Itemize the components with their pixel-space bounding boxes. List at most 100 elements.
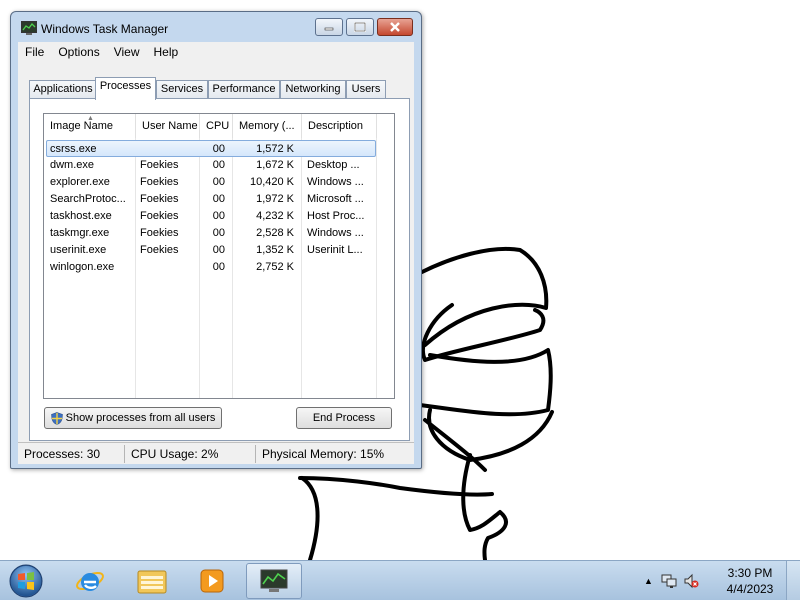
cell-image: dwm.exe (50, 159, 95, 171)
menu-help[interactable]: Help (147, 45, 186, 59)
process-row[interactable]: SearchProtoc... Foekies 00 1,972 K Microsoft… (44, 191, 394, 208)
cell-cpu: 00 (212, 143, 225, 155)
taskbar-media-player[interactable] (184, 563, 240, 599)
status-bar: Processes: 30 CPU Usage: 2% Physical Mem… (18, 442, 414, 464)
cell-cpu: 00 (212, 210, 225, 222)
status-process-count: Processes: 30 (24, 447, 101, 461)
cell-image: SearchProtoc... (50, 193, 126, 205)
status-cpu-usage: CPU Usage: 2% (131, 447, 219, 461)
process-row[interactable]: dwm.exe Foekies 00 1,672 K Desktop ... (44, 157, 394, 174)
cell-image: userinit.exe (50, 244, 107, 256)
cell-description (307, 259, 373, 276)
tab-processes[interactable]: Processes (95, 77, 156, 100)
cell-description: Userinit L... (307, 244, 363, 256)
tab-applications[interactable]: Applications (29, 80, 97, 99)
processes-panel: ▲ Image Name User Name CPU Memory (... D… (29, 98, 410, 441)
cell-description: Host Proc... (307, 210, 365, 222)
cell-memory: 10,420 K (249, 176, 294, 188)
show-hidden-icons-icon[interactable]: ▲ (644, 576, 653, 586)
cell-description: Windows ... (307, 227, 364, 239)
cell-image: taskmgr.exe (50, 227, 110, 239)
tab-users[interactable]: Users (346, 80, 386, 99)
notification-area: ▲ (644, 561, 699, 600)
cell-cpu: 00 (212, 227, 225, 239)
minimize-button[interactable] (315, 18, 343, 36)
column-header-memory[interactable]: Memory (... (233, 114, 302, 138)
cell-memory: 2,752 K (256, 261, 294, 273)
show-desktop-button[interactable] (786, 561, 800, 600)
process-row[interactable]: taskhost.exe Foekies 00 4,232 K Host Proc... (44, 208, 394, 225)
cell-description (307, 141, 373, 158)
tab-performance[interactable]: Performance (208, 80, 280, 99)
task-manager-icon (21, 21, 37, 35)
title-bar[interactable]: Windows Task Manager (11, 12, 421, 42)
cell-user: Foekies (140, 159, 179, 171)
cell-memory: 1,352 K (256, 244, 294, 256)
cell-user (140, 141, 198, 158)
uac-shield-icon (50, 411, 63, 425)
status-physical-memory: Physical Memory: 15% (262, 447, 385, 461)
cell-image: csrss.exe (50, 143, 97, 155)
process-row[interactable]: userinit.exe Foekies 00 1,352 K Userinit L..… (44, 242, 394, 259)
cell-user: Foekies (140, 176, 179, 188)
taskbar-internet-explorer[interactable] (62, 563, 118, 599)
cell-user: Foekies (140, 227, 179, 239)
minimize-icon (324, 27, 334, 31)
sort-ascending-icon: ▲ (87, 115, 94, 122)
volume-muted-icon[interactable] (683, 573, 699, 589)
cell-cpu: 00 (212, 193, 225, 205)
cell-user: Foekies (140, 244, 179, 256)
status-divider (124, 445, 125, 463)
cell-memory: 2,528 K (256, 227, 294, 239)
maximize-button[interactable] (346, 18, 374, 36)
task-manager-icon (260, 569, 288, 592)
cell-description: Windows ... (307, 176, 364, 188)
process-row[interactable]: winlogon.exe 00 2,752 K (44, 259, 394, 276)
internet-explorer-icon (76, 571, 104, 591)
taskbar: ▲ 3:30 PM 4/4/2023 (0, 560, 800, 600)
taskbar-task-manager[interactable] (246, 563, 302, 599)
cell-description: Microsoft ... (307, 193, 364, 205)
window-client-area: Applications Processes Services Performa… (18, 62, 414, 464)
tab-networking[interactable]: Networking (280, 80, 346, 99)
clock-time: 3:30 PM (727, 566, 773, 580)
cell-image: taskhost.exe (50, 210, 112, 222)
column-header-user-name[interactable]: User Name (136, 114, 200, 138)
menu-file[interactable]: File (18, 45, 51, 59)
show-all-processes-label: Show processes from all users (65, 412, 216, 424)
system-clock[interactable]: 3:30 PM 4/4/2023 (720, 565, 780, 597)
cell-memory: 4,232 K (256, 210, 294, 222)
cell-user: Foekies (140, 193, 179, 205)
start-button[interactable] (6, 562, 46, 600)
menu-view[interactable]: View (107, 45, 147, 59)
cell-memory: 1,672 K (256, 159, 294, 171)
taskbar-file-explorer[interactable] (124, 563, 180, 599)
process-row[interactable]: csrss.exe 00 1,572 K (46, 140, 376, 157)
cell-cpu: 00 (212, 261, 225, 273)
process-row[interactable]: taskmgr.exe Foekies 00 2,528 K Windows ... (44, 225, 394, 242)
cell-cpu: 00 (212, 244, 225, 256)
column-header-cpu[interactable]: CPU (200, 114, 233, 138)
close-icon (390, 22, 400, 32)
close-button[interactable] (377, 18, 413, 36)
cell-image: winlogon.exe (50, 261, 115, 273)
menu-bar: File Options View Help (18, 42, 414, 62)
process-list[interactable]: ▲ Image Name User Name CPU Memory (... D… (43, 113, 395, 399)
column-header-description[interactable]: Description (302, 114, 377, 138)
cell-cpu: 00 (212, 159, 225, 171)
show-all-processes-button[interactable]: Show processes from all users (44, 407, 222, 429)
cell-memory: 1,572 K (256, 143, 294, 155)
column-header-image-name[interactable]: ▲ Image Name (44, 114, 136, 138)
cell-image: explorer.exe (50, 176, 110, 188)
end-process-button[interactable]: End Process (296, 407, 392, 429)
process-row[interactable]: explorer.exe Foekies 00 10,420 K Windows ... (44, 174, 394, 191)
network-icon[interactable] (661, 573, 677, 589)
clock-date: 4/4/2023 (726, 582, 774, 596)
status-divider (255, 445, 256, 463)
cell-memory: 1,972 K (256, 193, 294, 205)
cell-description: Desktop ... (307, 159, 360, 171)
tab-services[interactable]: Services (156, 80, 208, 99)
start-orb-icon (9, 564, 43, 598)
file-explorer-icon (137, 570, 167, 594)
menu-options[interactable]: Options (51, 45, 106, 59)
